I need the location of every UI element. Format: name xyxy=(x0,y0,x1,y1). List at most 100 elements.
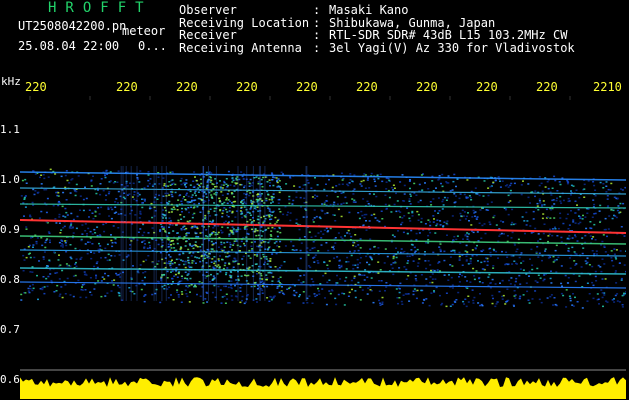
noise-speck xyxy=(93,265,96,268)
noise-speck xyxy=(390,186,393,189)
meteor-echo-speck xyxy=(181,275,183,277)
noise-speck xyxy=(224,220,227,223)
noise-speck xyxy=(113,279,116,281)
noise-speck xyxy=(602,234,605,236)
noise-speck xyxy=(185,260,188,263)
noise-speck xyxy=(151,184,154,186)
noise-speck xyxy=(509,184,512,187)
noise-speck xyxy=(534,195,536,198)
noise-speck xyxy=(60,229,63,231)
noise-speck xyxy=(79,195,82,197)
noise-speck xyxy=(271,201,274,203)
noise-speck xyxy=(330,289,333,291)
noise-speck xyxy=(564,274,567,277)
noise-speck xyxy=(514,294,517,296)
noise-speck xyxy=(499,186,502,188)
noise-speck xyxy=(475,218,478,220)
noise-speck xyxy=(479,209,482,211)
meteor-echo-speck xyxy=(181,207,183,210)
noise-speck xyxy=(47,275,50,278)
noise-speck xyxy=(111,280,114,282)
noise-speck xyxy=(90,185,93,187)
noise-speck xyxy=(446,223,449,226)
noise-speck xyxy=(268,240,271,242)
noise-speck xyxy=(117,190,120,193)
noise-speck xyxy=(488,273,491,276)
noise-speck xyxy=(117,284,120,287)
noise-speck xyxy=(61,244,64,246)
noise-speck xyxy=(574,280,577,283)
noise-speck xyxy=(341,292,344,295)
noise-speck xyxy=(438,210,441,212)
noise-speck xyxy=(298,295,301,298)
noise-speck xyxy=(510,182,513,185)
noise-speck xyxy=(171,224,174,226)
meteor-echo-speck xyxy=(255,263,258,265)
noise-speck xyxy=(537,209,540,211)
meteor-echo-speck xyxy=(200,182,203,185)
noise-speck xyxy=(64,242,67,244)
noise-speck xyxy=(487,194,490,197)
noise-speck xyxy=(104,199,107,201)
noise-speck xyxy=(231,299,234,301)
noise-speck xyxy=(255,298,258,300)
noise-speck xyxy=(226,267,229,269)
noise-speck xyxy=(574,264,577,266)
noise-speck xyxy=(107,253,110,256)
noise-speck xyxy=(70,212,73,215)
noise-speck xyxy=(53,291,56,293)
noise-speck xyxy=(560,282,563,285)
noise-speck xyxy=(69,256,72,258)
meteor-echo-speck xyxy=(232,244,235,246)
noise-speck xyxy=(62,191,65,194)
noise-speck xyxy=(327,230,330,232)
noise-speck xyxy=(597,298,600,300)
noise-speck xyxy=(197,191,200,193)
noise-speck xyxy=(409,187,411,190)
meteor-echo-speck xyxy=(268,215,271,217)
noise-speck xyxy=(596,293,599,295)
noise-speck xyxy=(615,258,618,260)
noise-speck xyxy=(594,270,597,273)
meteor-echo-speck xyxy=(176,205,179,207)
noise-speck xyxy=(179,180,182,182)
noise-speck xyxy=(171,195,174,198)
meteor-echo-speck xyxy=(266,285,269,288)
noise-speck xyxy=(301,188,304,190)
noise-speck xyxy=(117,227,120,229)
noise-speck xyxy=(106,243,109,246)
meteor-echo-speck xyxy=(223,264,226,267)
noise-speck xyxy=(314,177,316,179)
noise-speck xyxy=(148,220,151,222)
noise-speck xyxy=(24,178,27,181)
meteor-echo-speck xyxy=(189,190,192,193)
noise-speck xyxy=(280,264,283,267)
noise-speck xyxy=(327,249,330,252)
noise-speck xyxy=(27,290,30,292)
info-row-observer: Observer : Masaki Kano xyxy=(179,4,575,17)
frequency-tick-label: 0.7 xyxy=(0,323,20,336)
noise-speck xyxy=(538,252,541,254)
noise-speck xyxy=(281,286,283,288)
meteor-echo-speck xyxy=(186,274,189,276)
noise-speck xyxy=(539,238,542,240)
meteor-echo-speck xyxy=(188,285,191,287)
noise-speck xyxy=(430,292,433,294)
noise-speck xyxy=(75,227,78,230)
noise-speck xyxy=(59,232,62,234)
noise-speck xyxy=(110,234,112,236)
noise-speck xyxy=(602,187,605,189)
noise-speck xyxy=(487,187,490,189)
meteor-echo-speck xyxy=(189,244,192,247)
noise-speck xyxy=(143,200,146,202)
meteor-echo-speck xyxy=(196,227,199,230)
noise-speck xyxy=(472,209,475,212)
noise-speck xyxy=(439,224,442,226)
meteor-echo-speck xyxy=(276,219,279,222)
noise-speck xyxy=(352,264,355,266)
noise-speck xyxy=(554,228,557,230)
noise-speck xyxy=(57,204,60,207)
noise-speck xyxy=(225,293,228,295)
noise-speck xyxy=(309,266,312,269)
noise-speck xyxy=(409,203,412,205)
